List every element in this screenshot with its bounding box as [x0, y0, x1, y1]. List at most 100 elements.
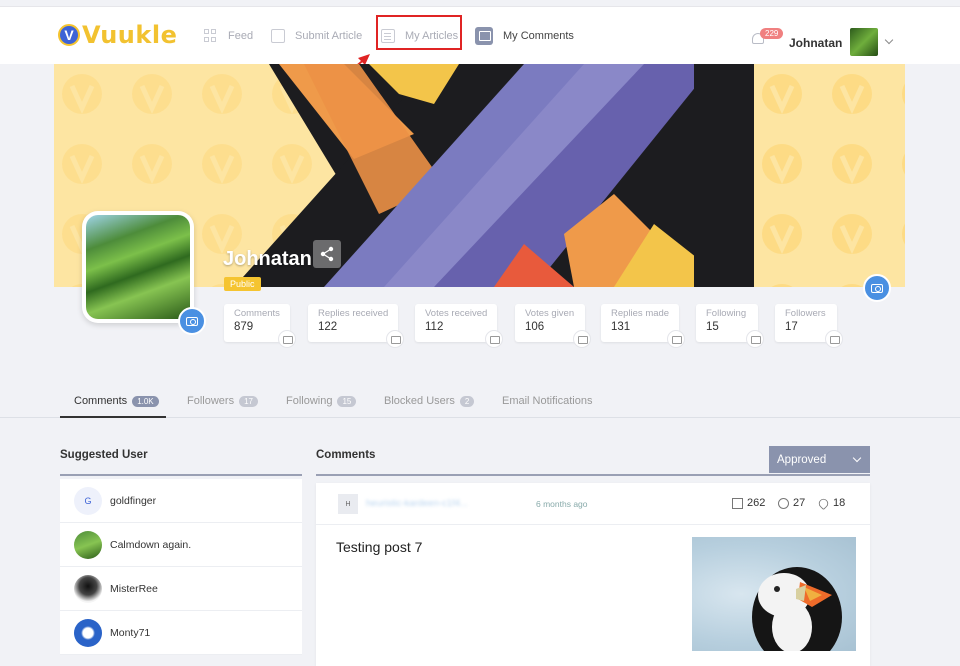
suggested-user-name: MisterRee [110, 582, 158, 595]
change-cover-camera-button[interactable] [863, 274, 891, 302]
tab-count-badge: 15 [337, 395, 357, 407]
share-icon [320, 246, 334, 262]
reply-icon [386, 330, 404, 348]
tab-label: Comments [74, 395, 128, 407]
vuukle-logo[interactable]: V Vuukle [58, 21, 177, 49]
users-icon [825, 330, 843, 348]
stat-value: 122 [318, 321, 338, 333]
notification-badge: 229 [760, 28, 784, 39]
top-navigation-bar: V Vuukle Feed Submit Article My Articles… [0, 6, 960, 64]
change-avatar-camera-button[interactable] [178, 307, 206, 335]
users-icon [746, 330, 764, 348]
tab-count-badge: 2 [459, 395, 475, 407]
comment-icon [732, 497, 743, 509]
grid-icon [204, 29, 218, 43]
comments-section-title: Comments [316, 449, 376, 461]
tab-followers[interactable]: Followers 17 [187, 395, 258, 407]
stat-comments[interactable]: Comments 879 [224, 304, 296, 348]
stat-label: Replies made [611, 308, 670, 319]
reply-count[interactable]: 262 [732, 497, 765, 509]
divider [60, 474, 302, 476]
logo-text: Vuukle [82, 21, 178, 49]
profile-name: Johnatan [223, 248, 312, 270]
suggested-user-item[interactable]: MisterRee [60, 567, 302, 611]
stat-value: 112 [425, 321, 444, 333]
submit-article-icon [271, 29, 285, 43]
avatar-image [86, 215, 190, 319]
post-title[interactable]: Testing post 7 [336, 539, 422, 555]
stat-replies-received[interactable]: Replies received 122 [308, 304, 404, 348]
tab-count-badge: 1.0K [132, 395, 159, 407]
comments-icon [475, 27, 493, 45]
profile-avatar [82, 211, 194, 323]
comment-status-filter[interactable]: Approved [769, 446, 870, 473]
camera-icon [871, 283, 883, 293]
nav-submit-article[interactable]: Submit Article [271, 25, 362, 47]
chevron-down-icon[interactable] [884, 35, 894, 45]
chevron-down-icon [852, 453, 862, 463]
reaction-count-value: 27 [793, 497, 806, 509]
tab-label: Following [286, 395, 333, 407]
stat-replies-made[interactable]: Replies made 131 [601, 304, 685, 348]
logo-badge: V [58, 24, 80, 46]
stat-value: 131 [611, 321, 631, 333]
stat-label: Votes received [425, 308, 488, 319]
highlight-annotation-box [376, 15, 462, 50]
tab-blocked-users[interactable]: Blocked Users 2 [384, 395, 475, 407]
user-avatar [74, 618, 102, 647]
filter-selected-value: Approved [777, 453, 827, 466]
suggested-user-name: Monty71 [110, 626, 151, 639]
divider [316, 474, 870, 476]
smile-icon [778, 497, 789, 509]
stat-label: Comments [234, 308, 280, 319]
share-button[interactable] [313, 240, 341, 268]
suggested-user-name: goldfinger [110, 494, 157, 507]
stat-followers[interactable]: Followers 17 [775, 304, 843, 348]
commenter-name[interactable]: heuristic-kardeen-c1f4... [366, 498, 468, 509]
suggested-user-title: Suggested User [60, 449, 148, 461]
comment-icon [278, 330, 296, 348]
suggested-user-item[interactable]: Monty71 [60, 611, 302, 655]
suggested-user-item[interactable]: G goldfinger [60, 479, 302, 523]
comment-card-header: H heuristic-kardeen-c1f4... 6 months ago… [316, 483, 870, 525]
commenter-avatar: H [338, 494, 358, 514]
heart-icon [816, 496, 831, 510]
reply-count-value: 262 [747, 497, 766, 509]
tab-following[interactable]: Following 15 [286, 395, 357, 407]
user-avatar [74, 574, 102, 603]
tab-email-notifications[interactable]: Email Notifications [502, 395, 592, 407]
profile-tabs: Comments 1.0K Followers 17 Following 15 … [0, 380, 960, 418]
active-tab-indicator [60, 416, 166, 418]
nav-feed-label: Feed [228, 30, 254, 42]
camera-icon [186, 316, 198, 326]
tab-count-badge: 17 [239, 395, 258, 407]
like-count[interactable]: 18 [816, 496, 846, 510]
header-user-name[interactable]: Johnatan [789, 36, 842, 50]
nav-my-comments[interactable]: My Comments [475, 25, 574, 47]
tab-label: Followers [187, 395, 235, 407]
reaction-count[interactable]: 27 [778, 497, 805, 509]
visibility-badge: Public [224, 277, 261, 291]
user-avatar [74, 530, 102, 559]
stat-votes-received[interactable]: Votes received 112 [415, 304, 503, 348]
tab-label: Email Notifications [502, 395, 593, 407]
nav-my-comments-label: My Comments [503, 30, 574, 42]
post-thumbnail[interactable] [692, 537, 856, 651]
nav-feed[interactable]: Feed [204, 25, 253, 47]
header-avatar[interactable] [850, 28, 878, 56]
stat-votes-given[interactable]: Votes given 106 [515, 304, 591, 348]
suggested-user-item[interactable]: Calmdown again. [60, 523, 302, 567]
user-avatar: G [74, 486, 102, 515]
comment-time: 6 months ago [536, 499, 588, 509]
tab-comments[interactable]: Comments 1.0K [74, 395, 159, 407]
stat-label: Votes given [525, 308, 575, 319]
puffin-image [752, 567, 842, 651]
suggested-user-name: Calmdown again. [110, 538, 192, 551]
stat-label: Replies received [318, 308, 389, 319]
tab-label: Blocked Users [384, 395, 455, 407]
suggested-user-list: G goldfinger Calmdown again. MisterRee M… [60, 479, 302, 655]
stat-label: Following [706, 308, 747, 319]
stat-following[interactable]: Following 15 [696, 304, 764, 348]
nav-submit-article-label: Submit Article [295, 30, 363, 42]
like-count-value: 18 [833, 497, 846, 509]
